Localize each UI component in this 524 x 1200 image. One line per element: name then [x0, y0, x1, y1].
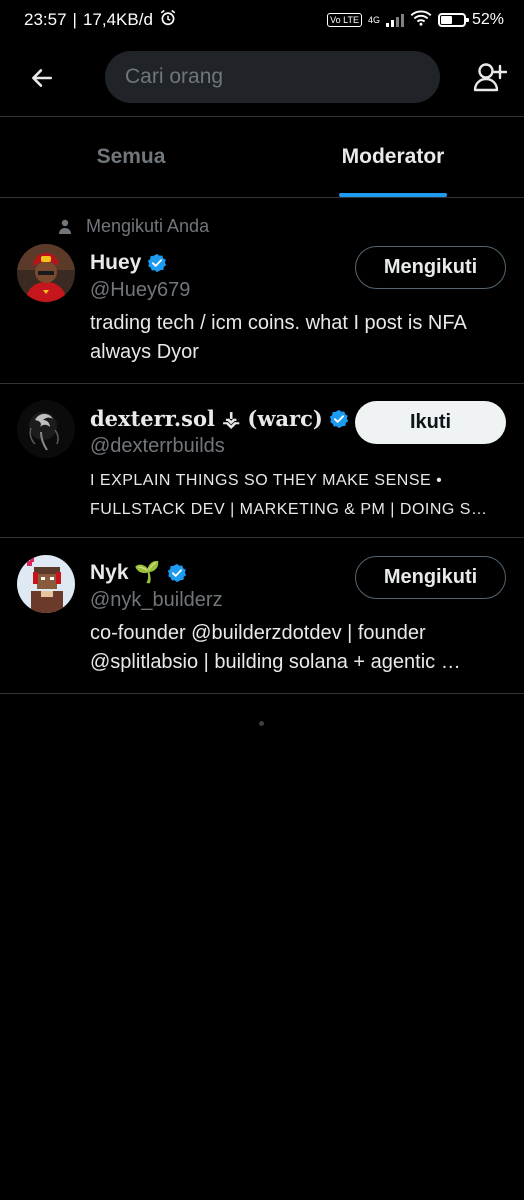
- tab-bar: Semua Moderator: [0, 117, 524, 197]
- status-net-speed: 17,4KB/d: [82, 10, 153, 29]
- search-box[interactable]: [105, 51, 440, 103]
- user-name-line: Nyk 🌱: [90, 561, 187, 585]
- user-name: Nyk 🌱: [90, 561, 161, 584]
- battery-percent: 52%: [471, 11, 504, 28]
- network-type: 4G: [367, 14, 380, 25]
- tab-semua-label: Semua: [96, 145, 166, 168]
- signal-icon: [385, 13, 404, 27]
- follow-button[interactable]: Ikuti: [355, 401, 506, 444]
- avatar[interactable]: [17, 555, 75, 613]
- avatar[interactable]: [17, 400, 75, 458]
- avatar-dexterr-image: [17, 400, 75, 458]
- user-bio: trading tech / icm coins. what I post is…: [90, 312, 466, 363]
- user-row-dexterr[interactable]: dexterr.sol ⚶ (warc) @dexterrbuilds Ikut…: [0, 384, 524, 537]
- top-bar: [0, 40, 524, 116]
- user-name-line: Huey: [90, 251, 167, 275]
- user-row-huey[interactable]: Mengikuti Anda Huey @Huey679 Mengikuti t…: [0, 198, 524, 383]
- tab-moderator[interactable]: Moderator: [262, 117, 524, 197]
- tab-moderator-label: Moderator: [341, 145, 445, 168]
- follows-you-text: Mengikuti Anda: [86, 216, 210, 236]
- user-name-line: dexterr.sol ⚶ (warc): [90, 406, 349, 431]
- user-bio: I EXPLAIN THINGS SO THEY MAKE SENSE • FU…: [90, 472, 488, 518]
- avatar-huey-image: [17, 244, 75, 302]
- user-name: dexterr.sol ⚶ (warc): [90, 406, 323, 431]
- verified-badge-icon: [329, 409, 349, 428]
- status-separator: |: [72, 10, 77, 29]
- tab-semua[interactable]: Semua: [0, 117, 262, 197]
- avatar[interactable]: [17, 244, 75, 302]
- user-handle: @Huey679: [90, 279, 191, 301]
- status-time: 23:57: [24, 10, 67, 29]
- arrow-left-icon: [32, 69, 52, 87]
- wifi-icon: [410, 10, 432, 31]
- verified-badge-icon: [148, 253, 167, 273]
- follows-you-note: Mengikuti Anda: [58, 216, 209, 237]
- following-button[interactable]: Mengikuti: [355, 246, 506, 289]
- back-button[interactable]: [22, 58, 62, 98]
- user-handle: @nyk_builderz: [90, 589, 223, 611]
- add-user-button[interactable]: [468, 57, 512, 97]
- battery-level: [440, 16, 452, 24]
- verified-badge-icon: [167, 563, 186, 583]
- row-divider: [0, 693, 524, 694]
- user-bio: co-founder @builderzdotdev | founder @sp…: [90, 622, 461, 673]
- avatar-nyk-image: [17, 555, 75, 613]
- person-icon: [59, 219, 71, 234]
- loading-indicator: [259, 721, 264, 726]
- user-name: Huey: [90, 251, 142, 274]
- add-user-icon: [473, 63, 507, 92]
- alarm-icon: [159, 9, 177, 32]
- battery-icon: [437, 13, 469, 27]
- status-right: Vo LTE 4G 52%: [327, 10, 504, 31]
- user-handle: @dexterrbuilds: [90, 435, 225, 457]
- following-button[interactable]: Mengikuti: [355, 556, 506, 599]
- user-row-nyk[interactable]: Nyk 🌱 @nyk_builderz Mengikuti co-founder…: [0, 538, 524, 693]
- status-left: 23:57 | 17,4KB/d: [24, 9, 177, 32]
- volte-badge: Vo LTE: [327, 13, 362, 27]
- status-bar: 23:57 | 17,4KB/d Vo LTE 4G 52%: [0, 0, 524, 40]
- search-input[interactable]: [123, 64, 422, 90]
